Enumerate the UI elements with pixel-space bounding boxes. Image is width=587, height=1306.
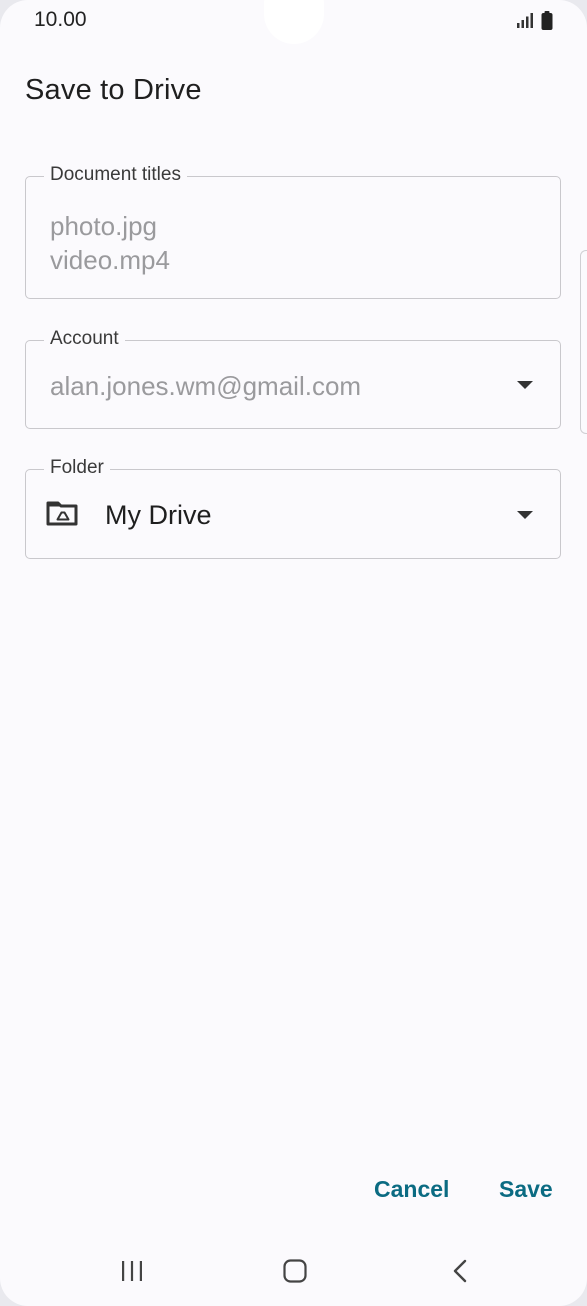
camera-notch [264, 0, 324, 44]
screen: 10.00 Save to Drive Document titles phot… [0, 0, 587, 1306]
home-icon[interactable] [283, 1259, 307, 1283]
folder-dropdown[interactable]: Folder My Drive [25, 457, 561, 559]
drive-folder-icon [46, 501, 78, 526]
dialog-title: Save to Drive [25, 74, 202, 106]
recent-apps-icon[interactable] [120, 1260, 144, 1282]
account-dropdown[interactable]: Account alan.jones.wm@gmail.com [25, 328, 561, 429]
save-button[interactable]: Save [499, 1176, 553, 1203]
edge-panel-handle[interactable] [580, 250, 587, 434]
back-icon[interactable] [452, 1259, 468, 1283]
document-titles-value: photo.jpg video.mp4 [50, 209, 170, 277]
document-title-item: photo.jpg [50, 211, 157, 241]
signal-icon [517, 13, 533, 28]
chevron-down-icon[interactable] [517, 381, 533, 389]
document-title-item: video.mp4 [50, 245, 170, 275]
battery-icon [541, 11, 553, 30]
account-label: Account [44, 328, 125, 350]
status-time: 10.00 [34, 8, 87, 31]
document-titles-field[interactable]: Document titles photo.jpg video.mp4 [25, 164, 561, 299]
chevron-down-icon[interactable] [517, 511, 533, 519]
folder-value: My Drive [105, 500, 212, 530]
status-bar: 10.00 [0, 0, 587, 44]
cancel-button[interactable]: Cancel [374, 1176, 449, 1203]
account-value: alan.jones.wm@gmail.com [50, 371, 362, 401]
folder-label: Folder [44, 457, 110, 479]
document-titles-label: Document titles [44, 164, 187, 186]
